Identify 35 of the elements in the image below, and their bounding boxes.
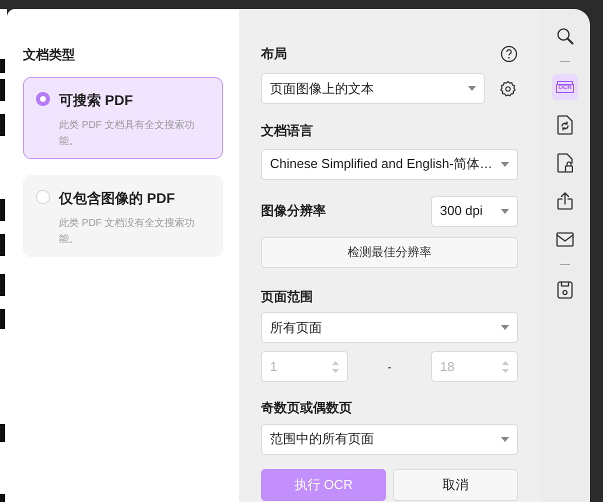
field-label: 图像分辨率 <box>261 202 326 220</box>
caret-icon <box>501 436 509 442</box>
stepper-icon <box>332 360 339 374</box>
range-separator: - <box>388 358 392 376</box>
stepper-icon <box>502 360 509 374</box>
option-title: 仅包含图像的 PDF <box>59 188 176 208</box>
search-icon[interactable] <box>556 27 574 45</box>
caret-icon <box>501 162 509 166</box>
dropdown[interactable]: 300 dpi <box>431 196 518 226</box>
help-icon[interactable] <box>500 45 518 63</box>
file-lock-icon[interactable] <box>557 153 573 173</box>
option-description: 此类 PDF 文档具有全文搜索功能。 <box>59 118 196 148</box>
field-label: 页面范围 <box>261 288 314 306</box>
dropdown[interactable]: 页面图像上的文本 <box>261 73 485 104</box>
settings-icon[interactable] <box>499 80 517 98</box>
field-label: 布局 <box>261 45 287 64</box>
dropdown[interactable]: Chinese Simplified and English-简体… <box>261 148 518 180</box>
mail-icon[interactable] <box>556 232 574 246</box>
detect-resolution-button[interactable]: 检测最佳分辨率 <box>261 236 518 268</box>
cancel-button[interactable]: 取消 <box>393 468 518 500</box>
file-sync-icon[interactable] <box>557 115 573 135</box>
option-title: 可搜索 PDF <box>59 90 134 110</box>
share-icon[interactable] <box>557 192 573 210</box>
document-type-option[interactable]: 仅包含图像的 PDF 此类 PDF 文档没有全文搜索功能。 <box>23 174 223 256</box>
field-label: 文档语言 <box>261 122 314 140</box>
document-type-option[interactable]: 可搜索 PDF 此类 PDF 文档具有全文搜索功能。 <box>23 76 223 158</box>
caret-icon <box>468 86 476 91</box>
dropdown[interactable]: 范围中的所有页面 <box>261 424 518 454</box>
radio-button[interactable] <box>36 92 50 106</box>
option-description: 此类 PDF 文档没有全文搜索功能。 <box>59 216 196 246</box>
section-title: 文档类型 <box>23 46 76 64</box>
field-label: 奇数页或偶数页 <box>261 399 353 417</box>
save-icon[interactable] <box>557 281 573 299</box>
caret-icon <box>501 325 509 330</box>
caret-icon <box>501 208 509 214</box>
